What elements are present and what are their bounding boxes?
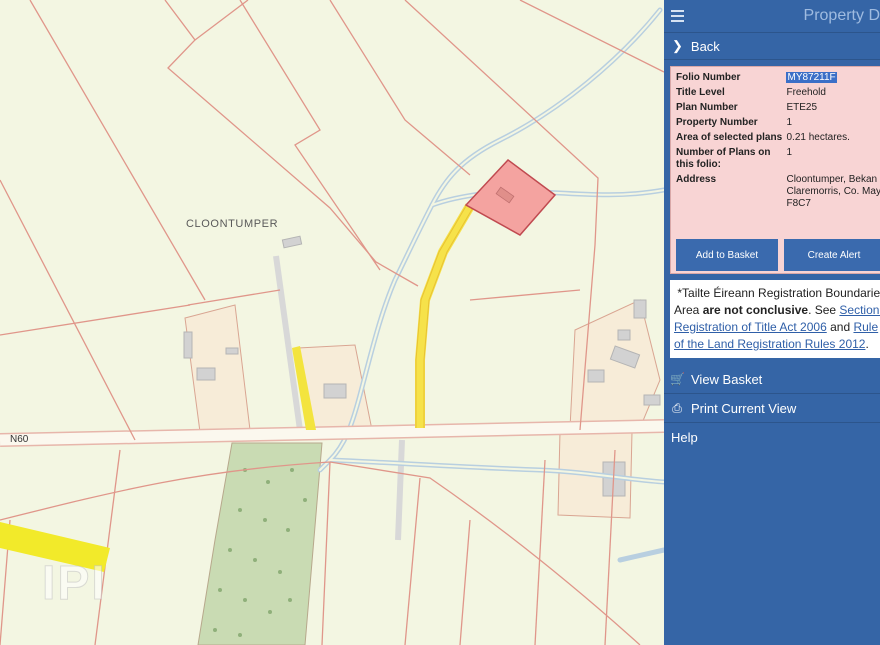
chevron-left-icon: ❯ bbox=[672, 38, 683, 53]
detail-row: Property Number 1 bbox=[676, 116, 880, 131]
note-text: . bbox=[865, 337, 869, 351]
create-alert-button[interactable]: Create Alert bbox=[784, 239, 880, 271]
back-label: Back bbox=[690, 38, 720, 54]
detail-label: Property Number bbox=[676, 117, 758, 128]
folio-number-value[interactable]: MY87211F bbox=[786, 72, 837, 83]
watermark: IPI bbox=[42, 557, 107, 611]
add-to-basket-button[interactable]: Add to Basket bbox=[676, 239, 778, 271]
back-button[interactable]: ❯ Back bbox=[664, 33, 880, 60]
detail-row: Folio Number MY87211F bbox=[676, 71, 880, 86]
registration-act-link[interactable]: Registration of Title Act 2006 bbox=[674, 320, 827, 334]
hamburger-menu-icon[interactable] bbox=[671, 10, 684, 22]
note-bold-text: are not conclusive bbox=[702, 303, 809, 317]
rule-link[interactable]: Rule bbox=[853, 320, 878, 334]
detail-row: Number of Plans on this folio: 1 bbox=[676, 146, 880, 173]
disclaimer-note: *Tailte Éireann Registration Boundaries … bbox=[670, 280, 880, 358]
detail-row: Address Cloontumper, Bekan Claremorris, … bbox=[676, 173, 880, 212]
detail-value: ETE25 bbox=[786, 102, 818, 113]
cart-icon: 🛒 bbox=[670, 372, 685, 386]
help-button[interactable]: Help bbox=[664, 423, 880, 451]
detail-value: 1 bbox=[786, 117, 793, 128]
panel-title: Property D bbox=[803, 7, 880, 24]
map-view[interactable]: CLOONTUMPER N60 IPI bbox=[0, 0, 664, 645]
detail-row: Area of selected plans 0.21 hectares. bbox=[676, 131, 880, 146]
view-basket-label: View Basket bbox=[691, 371, 763, 387]
section-62-link[interactable]: Section 62 bbox=[839, 303, 880, 317]
detail-label: Folio Number bbox=[676, 72, 741, 83]
detail-label: Address bbox=[676, 174, 717, 185]
detail-value: 1 bbox=[786, 147, 793, 158]
property-info-card: Folio Number MY87211F Title Level Freeho… bbox=[670, 66, 880, 274]
detail-row: Plan Number ETE25 bbox=[676, 101, 880, 116]
property-details-table: Folio Number MY87211F Title Level Freeho… bbox=[676, 71, 880, 212]
note-text: *Tailte Éireann Registration Boundaries … bbox=[677, 286, 880, 300]
detail-value: Freehold bbox=[786, 87, 826, 98]
detail-value: 0.21 hectares. bbox=[786, 132, 850, 143]
land-registration-rules-link[interactable]: of the Land Registration Rules 2012 bbox=[674, 337, 865, 351]
panel-header: Property D bbox=[664, 0, 880, 33]
detail-row: Title Level Freehold bbox=[676, 86, 880, 101]
detail-label: Area of selected plans bbox=[676, 132, 783, 143]
road-label-n60: N60 bbox=[10, 434, 29, 445]
detail-label: Number of Plans on this folio: bbox=[676, 147, 771, 170]
detail-label: Plan Number bbox=[676, 102, 738, 113]
view-basket-button[interactable]: 🛒 View Basket bbox=[664, 365, 880, 394]
printer-icon: ⎙ bbox=[672, 400, 682, 415]
print-view-label: Print Current View bbox=[691, 400, 797, 416]
help-label: Help bbox=[671, 429, 698, 445]
detail-label: Title Level bbox=[676, 87, 725, 98]
print-view-button[interactable]: ⎙ Print Current View bbox=[664, 394, 880, 423]
note-text: . See bbox=[808, 303, 840, 317]
note-text: and bbox=[826, 320, 854, 334]
map-canvas[interactable] bbox=[0, 0, 664, 645]
townland-label: CLOONTUMPER bbox=[186, 218, 279, 230]
address-value: Cloontumper, Bekan Claremorris, Co. May … bbox=[786, 174, 880, 209]
note-text: Area bbox=[674, 303, 703, 317]
property-details-panel: Property D ❯ Back Folio Number MY87211F … bbox=[664, 0, 880, 645]
